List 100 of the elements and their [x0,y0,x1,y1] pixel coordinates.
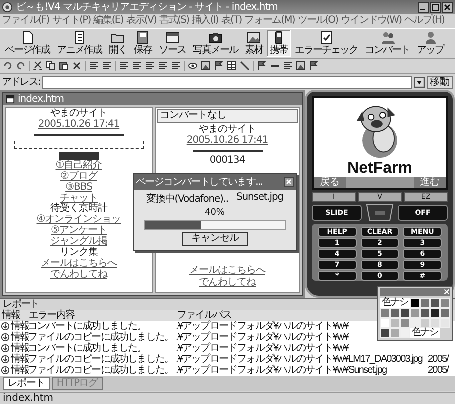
toolbar-button[interactable]: コンバート [362,30,413,57]
text-lines-icon[interactable] [119,61,129,71]
menu-item[interactable]: 表(T) [221,15,242,27]
color-swatch[interactable] [400,308,410,318]
copy-icon[interactable] [46,61,56,71]
table-cell: 2005/ [427,354,449,365]
table-cell: 2005/ [427,365,449,376]
menu-item[interactable]: 表示(V) [126,15,156,27]
color-swatch[interactable] [390,328,400,338]
color-swatch[interactable] [410,308,420,318]
dropdown-button[interactable] [414,76,425,88]
column-header[interactable]: ファイルパス [175,310,232,321]
color-swatch[interactable] [400,328,410,338]
link[interactable]: メールはこちらへ [190,265,266,276]
link[interactable]: ⑤アンケート [51,226,107,238]
link[interactable]: でんわしてね [50,270,108,281]
menu-item[interactable]: ヘルプ(H) [404,15,445,27]
color-swatch[interactable] [390,318,400,328]
undo-icon[interactable] [3,61,13,71]
link[interactable]: でんわしてね [199,276,256,288]
text-lines-icon[interactable] [283,61,293,71]
color-swatch[interactable] [430,318,440,328]
toolbar-button[interactable]: 開く [106,30,130,57]
picture-icon[interactable] [201,61,211,71]
color-swatch[interactable] [440,298,450,308]
menu-item[interactable]: ウインドウ(W) [341,15,402,27]
link[interactable]: ④オンラインショッ [36,215,122,226]
color-swatch[interactable] [380,308,390,318]
cancel-button[interactable]: キャンセル [182,232,248,246]
color-swatch[interactable] [410,298,420,308]
toolbar-button[interactable]: アニメ作成 [54,30,105,57]
close-icon[interactable] [444,289,450,295]
flag-icon[interactable] [214,61,224,71]
text-lines-icon[interactable] [145,61,155,71]
text-lines-icon[interactable] [171,61,181,71]
toolbar-button[interactable]: ページ作成 [2,30,53,57]
preview-mode-field[interactable]: コンバートなし [157,109,298,122]
address-field[interactable] [42,76,412,88]
color-swatch[interactable] [400,318,410,328]
link[interactable]: メールはこちらへ [41,258,117,270]
cut-icon[interactable] [33,61,43,71]
soft-key[interactable]: 進む [414,177,446,188]
page-text: リンク集 [60,248,98,259]
text-lines-icon[interactable] [158,61,168,71]
color-swatch[interactable] [390,308,400,318]
link[interactable]: 2005.10.26 17:41 [38,120,120,131]
close-button[interactable] [442,2,453,12]
text-lines-icon[interactable] [102,61,112,71]
table-cell: 情報 [11,321,30,332]
toolbar-button[interactable]: 写真メール [190,30,241,57]
panel-tab[interactable]: レポート [3,377,50,390]
link[interactable]: ②ブログ [60,172,98,183]
link[interactable]: ジャングル掲 [50,237,108,248]
table-icon[interactable] [227,61,237,71]
flag-icon[interactable] [309,61,319,71]
link[interactable]: ③BBS [66,182,92,194]
toolbar-button[interactable]: ソース [156,30,189,57]
link[interactable]: 2005.10.26 17:41 [186,135,268,146]
menu-item[interactable]: サイト(P) [52,15,91,27]
table-cell-text: コンバートに成功しました。 [28,343,146,354]
delete-icon[interactable] [72,61,82,71]
close-button[interactable] [284,177,294,187]
menu-item[interactable]: ツール(O) [298,15,338,27]
color-swatch[interactable] [420,298,430,308]
redo-icon[interactable] [16,61,26,71]
toolbar-button[interactable]: 携帯 [267,30,291,57]
text-lines-icon[interactable] [89,61,99,71]
toolbar-button[interactable]: 素材 [242,30,266,57]
color-swatch[interactable] [410,318,420,328]
diagonal-line-icon[interactable] [240,61,250,71]
color-swatch[interactable] [430,308,440,318]
paste-icon[interactable] [59,61,69,71]
eye-icon[interactable] [188,61,198,71]
color-swatch[interactable] [440,308,450,318]
column-header[interactable]: エラー内容 [27,310,75,321]
directional-pad-icon[interactable] [365,204,395,222]
menu-item[interactable]: 編集(E) [94,15,124,27]
toolbar-button[interactable]: エラーチェック [292,30,361,57]
text-lines-icon[interactable] [132,61,142,71]
color-swatch[interactable] [440,318,450,328]
menu-item[interactable]: フォーム(M) [244,15,295,27]
color-swatch[interactable] [430,298,440,308]
flag-icon[interactable] [257,61,267,71]
maximize-button[interactable] [430,2,441,12]
go-button[interactable]: 移動 [427,76,453,88]
menu-item[interactable]: 書式(S) [159,15,190,27]
menu-item[interactable]: ファイル(F) [2,15,50,27]
toolbar-button[interactable]: アップ [414,30,447,57]
column-header[interactable]: 情報 [0,310,20,321]
soft-key[interactable]: 戻る [314,177,346,188]
menu-item[interactable]: 挿入(I) [192,15,218,27]
no-color-option[interactable]: 色ナシ [380,298,410,308]
no-color-option[interactable]: 色ナシ [410,328,440,338]
picture-icon[interactable] [296,61,306,71]
color-swatch[interactable] [380,328,390,338]
color-swatch[interactable] [380,318,390,328]
toolbar-button[interactable]: 保存 [131,30,155,57]
color-swatch[interactable] [420,308,430,318]
color-swatch[interactable] [420,318,430,328]
minimize-button[interactable] [418,2,429,12]
